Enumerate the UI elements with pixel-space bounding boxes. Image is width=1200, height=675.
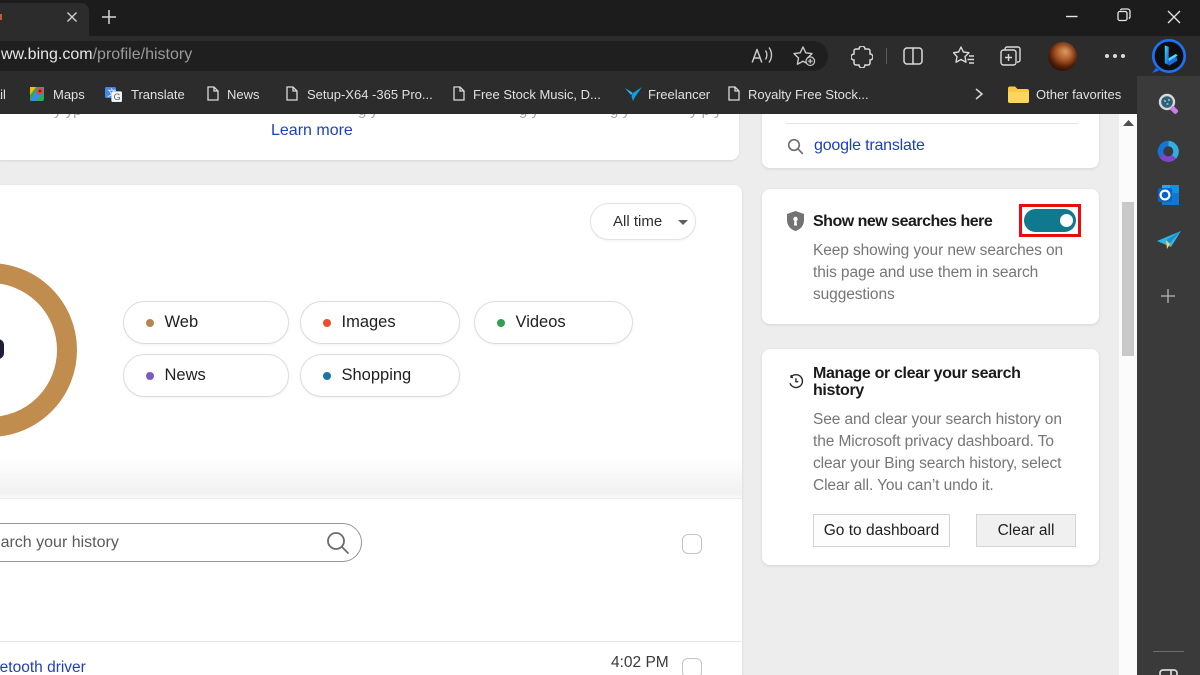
svg-text:G: G bbox=[114, 92, 121, 102]
